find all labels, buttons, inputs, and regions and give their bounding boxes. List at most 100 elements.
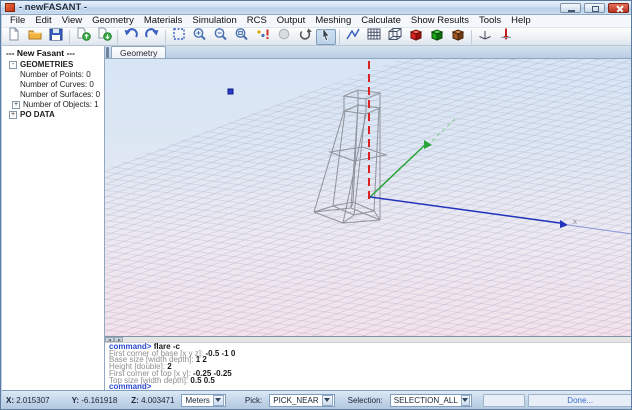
zoom-window-icon — [234, 27, 250, 46]
menu-simulation[interactable]: Simulation — [187, 15, 241, 27]
axis-x-label: x — [573, 217, 577, 226]
orbit-button[interactable] — [295, 29, 315, 45]
menu-materials[interactable]: Materials — [139, 15, 188, 27]
undo-icon — [123, 27, 139, 46]
mesh-grid-icon — [366, 27, 382, 46]
point-marker[interactable] — [228, 89, 233, 94]
maximize-button[interactable] — [584, 3, 605, 13]
zoom-in-button[interactable] — [190, 29, 210, 45]
splitter-grip[interactable] — [106, 47, 109, 58]
wire-box-button[interactable] — [385, 29, 405, 45]
axis-y-arrow — [424, 140, 432, 149]
import-model-icon — [75, 27, 91, 46]
tab-strip: Geometry — [105, 46, 632, 59]
menu-rcs[interactable]: RCS — [242, 15, 272, 27]
pick-points-icon — [255, 27, 271, 46]
menu-help[interactable]: Help — [506, 15, 536, 27]
save-button[interactable] — [46, 29, 66, 45]
menu-geometry[interactable]: Geometry — [87, 15, 139, 27]
status-inset — [483, 394, 526, 407]
main-area: Geometry — [105, 46, 632, 390]
minimize-button[interactable] — [560, 3, 581, 13]
axis-z-button[interactable] — [496, 29, 516, 45]
chevron-down-icon[interactable] — [322, 395, 333, 406]
console-line: Top size [width depth]: 0.5 0.5 — [109, 378, 632, 385]
collapse-icon[interactable]: - — [9, 61, 17, 69]
chevron-down-icon[interactable] — [461, 395, 470, 406]
new-file-icon — [6, 27, 22, 46]
view-cube-brown-button[interactable] — [448, 29, 468, 45]
zoom-window-button[interactable] — [232, 29, 252, 45]
polyline-icon — [345, 27, 361, 46]
tab-geometry[interactable]: Geometry — [111, 46, 166, 58]
window-title: - newFASANT - — [19, 2, 87, 13]
axis-x-arrow — [560, 220, 568, 228]
coord-x: X: 2.015307 — [2, 396, 54, 405]
save-icon — [48, 27, 64, 46]
axes-icon — [477, 27, 493, 46]
app-logo-icon — [5, 3, 15, 12]
view-cube-red-button[interactable] — [406, 29, 426, 45]
menu-output[interactable]: Output — [272, 15, 311, 27]
tree-node-surfaces[interactable]: Number of Surfaces: 0 — [20, 89, 104, 99]
axis-x-line — [370, 197, 560, 223]
selection-select[interactable]: SELECTION_ALL — [390, 394, 472, 407]
tree-node-geometries[interactable]: - GEOMETRIES — [9, 59, 104, 69]
menu-meshing[interactable]: Meshing — [310, 15, 356, 27]
expand-icon[interactable]: + — [12, 101, 20, 109]
flare-wireframe[interactable] — [314, 90, 386, 223]
select-cursor-button[interactable] — [316, 29, 336, 45]
selection-label: Selection: — [344, 396, 387, 405]
import-button[interactable] — [73, 29, 93, 45]
orbit-icon — [297, 27, 313, 46]
command-console[interactable]: command> flare -c First corner of base [… — [105, 336, 632, 390]
menu-show-results[interactable]: Show Results — [406, 15, 474, 27]
view-cube-green-button[interactable] — [427, 29, 447, 45]
zoom-out-button[interactable] — [211, 29, 231, 45]
status-bar: X: 2.015307 Y: -6.161918 Z: 4.003471 Met… — [2, 390, 632, 409]
close-button[interactable] — [608, 3, 629, 13]
redo-button[interactable] — [142, 29, 162, 45]
viewport-3d[interactable]: x — [105, 59, 632, 336]
zoom-extents-button[interactable] — [169, 29, 189, 45]
scroll-left-icon[interactable] — [105, 337, 114, 342]
scroll-right-icon[interactable] — [114, 337, 123, 342]
progress-text: Done... — [567, 396, 593, 405]
redo-icon — [144, 27, 160, 46]
main-toolbar — [2, 28, 632, 46]
new-file-button[interactable] — [4, 29, 24, 45]
axes-triad: x — [369, 61, 632, 234]
scene-svg: x — [105, 59, 632, 336]
view-cube-red-icon — [408, 27, 424, 46]
tree-root-label[interactable]: --- New Fasant --- — [4, 47, 104, 59]
menu-edit[interactable]: Edit — [30, 15, 56, 27]
tree-node-curves[interactable]: Number of Curves: 0 — [20, 79, 104, 89]
chevron-down-icon[interactable] — [213, 395, 224, 406]
axes-view-button[interactable] — [475, 29, 495, 45]
open-folder-icon — [27, 27, 43, 46]
view-cube-brown-icon — [450, 27, 466, 46]
menu-calculate[interactable]: Calculate — [356, 15, 406, 27]
tree-node-objects[interactable]: + Number of Objects: 1 — [12, 99, 104, 109]
menu-view[interactable]: View — [57, 15, 87, 27]
progress-strip: Done... — [528, 394, 632, 407]
pick-label: Pick: — [241, 396, 266, 405]
export-model-icon — [96, 27, 112, 46]
pick-points-button[interactable] — [253, 29, 273, 45]
export-button[interactable] — [94, 29, 114, 45]
pick-select[interactable]: PICK_NEAR — [269, 394, 334, 407]
units-select[interactable]: Meters — [181, 394, 225, 407]
menu-file[interactable]: File — [5, 15, 30, 27]
menu-tools[interactable]: Tools — [474, 15, 506, 27]
disabled-tool-button[interactable] — [274, 29, 294, 45]
polyline-button[interactable] — [343, 29, 363, 45]
expand-icon[interactable]: + — [9, 111, 17, 119]
select-cursor-icon — [318, 27, 334, 46]
open-file-button[interactable] — [25, 29, 45, 45]
tree-node-points[interactable]: Number of Points: 0 — [20, 69, 104, 79]
title-bar: - newFASANT - — [1, 1, 632, 15]
undo-button[interactable] — [121, 29, 141, 45]
disabled-circle-icon — [276, 27, 292, 46]
mesh-grid-button[interactable] — [364, 29, 384, 45]
tree-node-po-data[interactable]: + PO DATA — [9, 109, 104, 119]
